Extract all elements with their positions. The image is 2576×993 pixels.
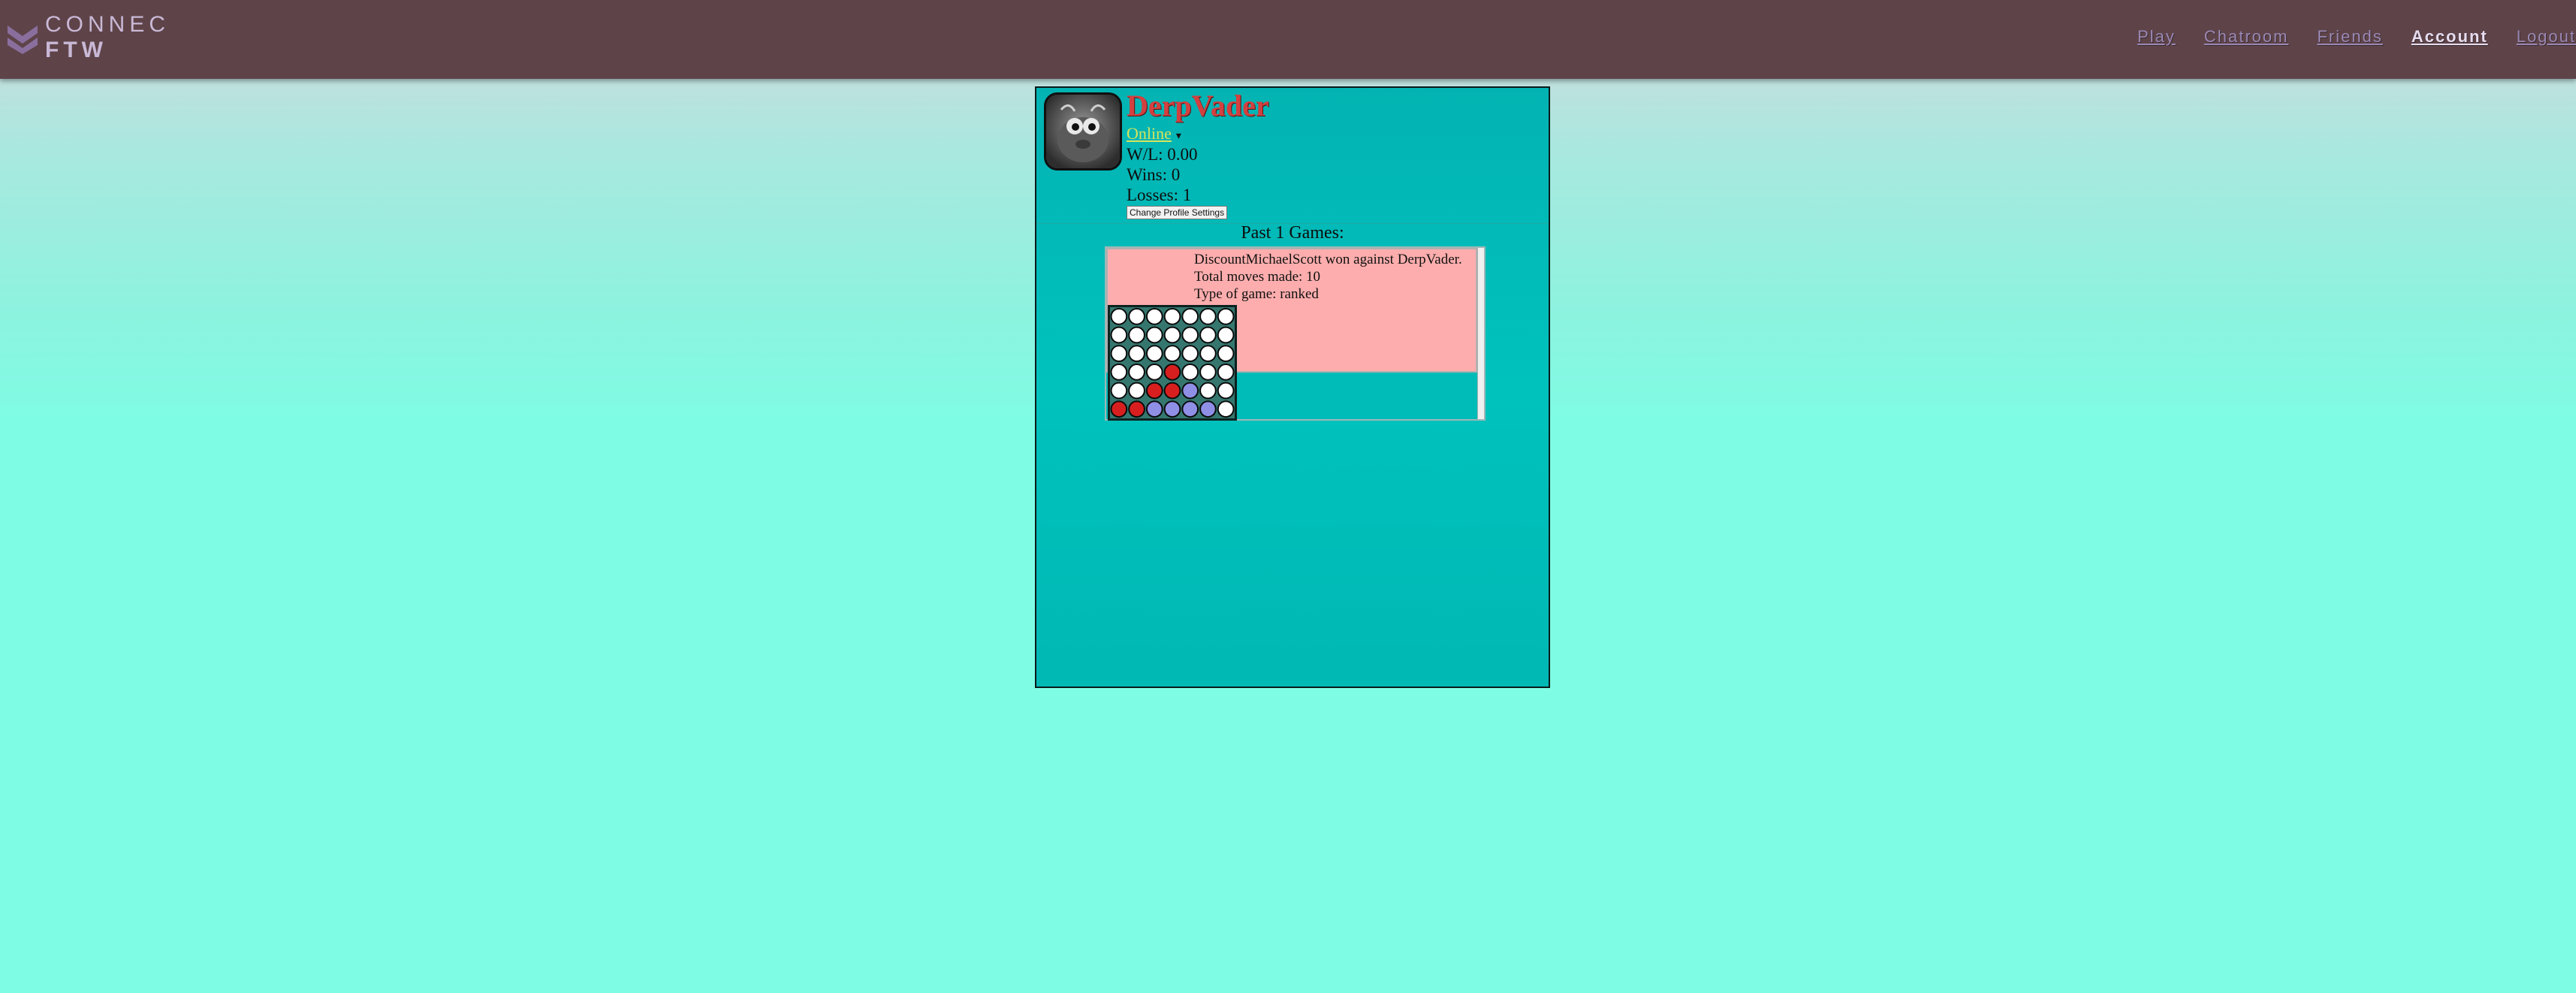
- board-slot-empty: [1181, 363, 1199, 381]
- board-slot-empty: [1217, 307, 1235, 325]
- board-slot-empty: [1217, 345, 1235, 363]
- change-profile-settings-button[interactable]: Change Profile Settings: [1127, 206, 1228, 219]
- online-status[interactable]: Online: [1127, 124, 1172, 143]
- past-games-heading: Past 1 Games:: [1241, 223, 1344, 243]
- avatar: [1044, 92, 1122, 171]
- board-slot-empty: [1110, 382, 1128, 400]
- board-slot-empty: [1199, 363, 1217, 381]
- game-moves: Total moves made: 10: [1194, 269, 1321, 285]
- logo-line-1: CONNEC: [45, 12, 170, 37]
- board-piece-red: [1163, 382, 1181, 400]
- logo-line-2: FTW: [45, 38, 107, 62]
- board-slot-empty: [1145, 345, 1163, 363]
- past-games-list: DiscountMichaelScott won against DerpVad…: [1105, 246, 1486, 421]
- profile-header: DerpVader Online ▾ W/L: 0.00 Wins: 0 Loss…: [1036, 88, 1549, 224]
- board-slot-empty: [1110, 345, 1128, 363]
- nav-chatroom-link[interactable]: Chatroom: [2204, 27, 2289, 47]
- board-slot-empty: [1199, 307, 1217, 325]
- board-slot-empty: [1181, 326, 1199, 344]
- board-slot-empty: [1110, 363, 1128, 381]
- nav-play-link[interactable]: Play: [2137, 27, 2176, 47]
- board-slot-empty: [1163, 326, 1181, 344]
- profile-panel: DerpVader Online ▾ W/L: 0.00 Wins: 0 Loss…: [1035, 86, 1550, 688]
- board-slot-empty: [1145, 363, 1163, 381]
- board-slot-empty: [1128, 326, 1145, 344]
- board-piece-blue: [1145, 400, 1163, 418]
- game-card[interactable]: DiscountMichaelScott won against DerpVad…: [1106, 248, 1477, 421]
- board-slot-empty: [1217, 326, 1235, 344]
- board-piece-red: [1128, 400, 1145, 418]
- nav-logout-link[interactable]: Logout: [2517, 27, 2576, 47]
- board-slot-empty: [1110, 326, 1128, 344]
- board-slot-empty: [1145, 307, 1163, 325]
- board-slot-empty: [1128, 382, 1145, 400]
- board-slot-empty: [1163, 345, 1181, 363]
- board-slot-empty: [1181, 345, 1199, 363]
- losses-count: Losses: 1: [1127, 186, 1192, 204]
- board-slot-empty: [1217, 400, 1235, 418]
- board-slot-empty: [1110, 307, 1128, 325]
- wins-count: Wins: 0: [1127, 165, 1181, 184]
- game-type: Type of game: ranked: [1194, 286, 1319, 302]
- nav-links: Play Chatroom Friends Account Logout: [2109, 27, 2576, 47]
- board-slot-empty: [1128, 345, 1145, 363]
- board-slot-empty: [1217, 382, 1235, 400]
- board-piece-blue: [1181, 400, 1199, 418]
- board-piece-blue: [1163, 400, 1181, 418]
- nav-friends-link[interactable]: Friends: [2317, 27, 2382, 47]
- board-piece-blue: [1199, 400, 1217, 418]
- username: DerpVader: [1127, 89, 1269, 122]
- board-slot-empty: [1217, 363, 1235, 381]
- status-dropdown-icon[interactable]: ▾: [1176, 131, 1181, 142]
- board-slot-empty: [1199, 345, 1217, 363]
- games-scrollbar[interactable]: [1477, 248, 1484, 419]
- board-piece-red: [1163, 363, 1181, 381]
- game-result: DiscountMichaelScott won against DerpVad…: [1194, 252, 1462, 267]
- site-logo[interactable]: CONNEC FTW: [45, 12, 170, 63]
- board-slot-empty: [1163, 307, 1181, 325]
- board-piece-red: [1145, 382, 1163, 400]
- board-slot-empty: [1199, 382, 1217, 400]
- status-line: Online ▾: [1127, 124, 1181, 143]
- board-slot-empty: [1128, 307, 1145, 325]
- wl-ratio: W/L: 0.00: [1127, 145, 1198, 164]
- board-piece-red: [1110, 400, 1128, 418]
- board-slot-empty: [1199, 326, 1217, 344]
- board-piece-blue: [1181, 382, 1199, 400]
- top-navbar: CONNEC FTW Play Chatroom Friends Account…: [0, 0, 2576, 79]
- board-grid: [1110, 307, 1235, 418]
- nav-account-link[interactable]: Account: [2412, 27, 2488, 47]
- game-board: [1108, 305, 1237, 421]
- board-slot-empty: [1181, 307, 1199, 325]
- game-summary: DiscountMichaelScott won against DerpVad…: [1194, 251, 1462, 303]
- avatar-photo-icon: [1046, 95, 1120, 168]
- chevron-logo-icon: [8, 26, 38, 54]
- board-slot-empty: [1128, 363, 1145, 381]
- board-slot-empty: [1145, 326, 1163, 344]
